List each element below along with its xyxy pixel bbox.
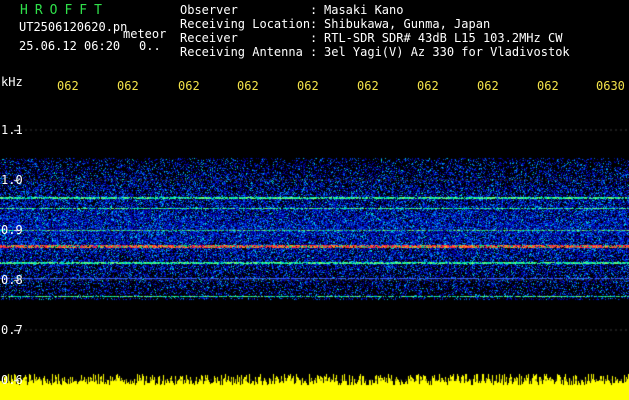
y-tick-label: 1.1 — [1, 123, 23, 137]
time-tick: 062 — [178, 79, 200, 93]
header-panel: HROFFT UT2506120620.pn meteor 25.06.12 0… — [0, 0, 629, 74]
info-key: Observer — [180, 3, 238, 17]
time-tick: 062 — [117, 79, 139, 93]
info-value: RTL-SDR SDR# 43dB L15 103.2MHz CW — [324, 31, 563, 45]
y-tick-label: 1.0 — [1, 173, 23, 187]
app-title: HROFFT — [20, 3, 109, 18]
info-key: Receiving Antenna — [180, 45, 303, 59]
y-axis-unit: kHz — [1, 75, 23, 89]
timestamp-extra: 0.. — [139, 39, 161, 53]
time-tick: 062 — [57, 79, 79, 93]
info-value: Masaki Kano — [324, 3, 404, 17]
info-key: Receiving Location — [180, 17, 311, 31]
info-key: Receiver — [180, 31, 238, 45]
time-tick: 062 — [297, 79, 319, 93]
y-tick-label: 0.6 — [1, 373, 23, 387]
time-tick: 062 — [537, 79, 559, 93]
time-tick: 0630 — [596, 79, 625, 93]
info-row-observer: Observer: Masaki Kano — [180, 3, 570, 17]
info-sep: : — [310, 17, 318, 31]
info-row-antenna: Receiving Antenna:3el Yagi(V) Az 330 for… — [180, 45, 570, 59]
time-tick: 062 — [237, 79, 259, 93]
time-tick: 062 — [477, 79, 499, 93]
info-row-location: Receiving Location: Shibukawa, Gunma, Jap… — [180, 17, 570, 31]
image-filename: UT2506120620.pn — [19, 20, 128, 34]
info-sep: : — [310, 45, 318, 59]
info-sep: : — [310, 31, 318, 45]
time-tick: 062 — [417, 79, 439, 93]
info-row-receiver: Receiver: RTL-SDR SDR# 43dB L15 103.2MHz … — [180, 31, 570, 45]
y-tick-label: 0.9 — [1, 223, 23, 237]
y-tick-label: 0.8 — [1, 273, 23, 287]
y-tick-label: 0.7 — [1, 323, 23, 337]
info-value: Shibukawa, Gunma, Japan — [324, 17, 491, 31]
info-value: 3el Yagi(V) Az 330 for Vladivostok — [324, 45, 570, 59]
timestamp: 25.06.12 06:20 — [19, 39, 121, 53]
station-info: Observer: Masaki Kano Receiving Location:… — [180, 3, 570, 59]
time-tick: 062 — [357, 79, 379, 93]
info-sep: : — [310, 3, 318, 17]
